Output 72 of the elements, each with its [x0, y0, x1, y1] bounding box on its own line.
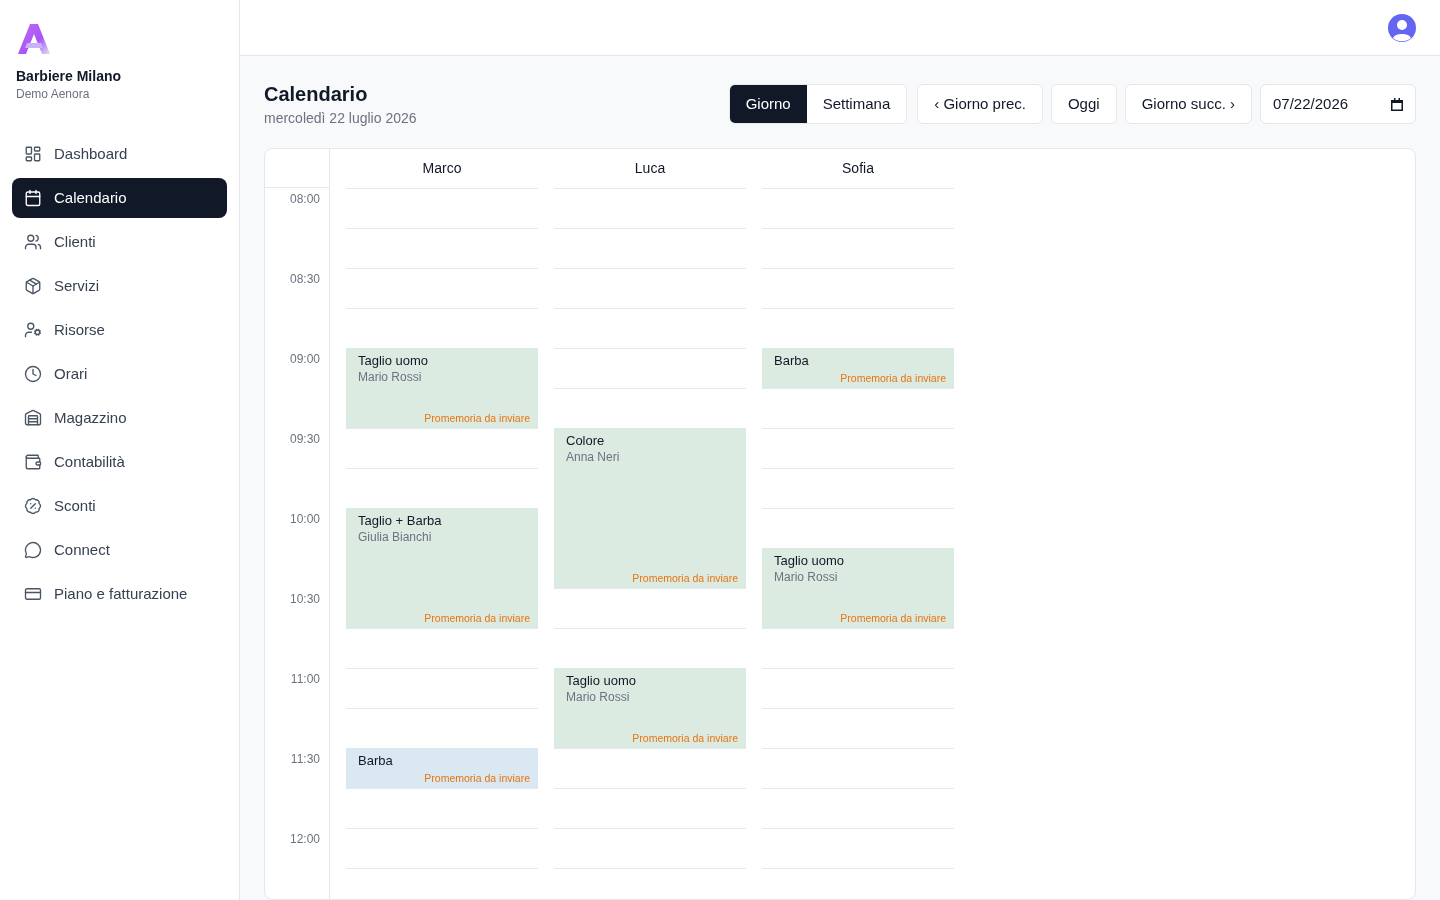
reminder-status: Promemoria da inviare	[424, 611, 530, 625]
brand-name: Barbiere Milano	[16, 67, 122, 86]
percent-badge-icon	[24, 497, 42, 515]
page-title: Calendario	[264, 82, 368, 107]
logo-icon	[18, 24, 50, 54]
nav-button[interactable]: ‹ Giorno prec.	[917, 84, 1043, 124]
sidebar-item[interactable]: Connect	[12, 530, 227, 570]
sidebar-item[interactable]: Dashboard	[12, 134, 227, 174]
credit-card-icon	[24, 585, 42, 603]
time-label: 11:00	[290, 671, 320, 687]
reminder-status: Promemoria da inviare	[424, 411, 530, 425]
sidebar-item[interactable]: Clienti	[12, 222, 227, 262]
wallet-icon	[24, 453, 42, 471]
view-tab[interactable]: Giorno	[729, 85, 807, 123]
appointment-card[interactable]: Barba Promemoria da inviare	[762, 348, 954, 388]
time-label: 10:30	[289, 591, 320, 607]
calendar-icon	[24, 189, 42, 207]
box-icon	[24, 277, 42, 295]
appointment-title: Colore	[566, 433, 605, 449]
time-label: 08:30	[289, 271, 320, 287]
client-name: Mario Rossi	[774, 569, 838, 585]
sidebar-item[interactable]: Magazzino	[12, 398, 227, 438]
appointment-title: Taglio + Barba	[358, 513, 442, 529]
reminder-status: Promemoria da inviare	[424, 771, 530, 785]
clock-icon	[24, 365, 42, 383]
client-name: Giulia Bianchi	[358, 529, 432, 545]
staff-name: Marco	[422, 159, 462, 178]
sidebar-item[interactable]: Sconti	[12, 486, 227, 526]
appointment-title: Barba	[358, 753, 393, 769]
reminder-status: Promemoria da inviare	[632, 731, 738, 745]
dashboard-grid-icon	[24, 145, 42, 163]
time-label: 11:30	[290, 751, 320, 767]
appointment-card[interactable]: Taglio + Barba Giulia Bianchi Promemoria da inviare	[346, 508, 538, 628]
reminder-status: Promemoria da inviare	[840, 371, 946, 385]
brand-subtitle: Demo Aenora	[16, 86, 90, 102]
users-icon	[24, 233, 42, 251]
time-label: 08:00	[289, 191, 320, 207]
user-gear-icon	[24, 321, 42, 339]
page-date: mercoledì 22 luglio 2026	[264, 109, 417, 128]
appointment-card[interactable]: Colore Anna Neri Promemoria da inviare	[554, 428, 746, 588]
time-label: 10:00	[289, 511, 320, 527]
time-label: 09:00	[289, 351, 320, 367]
nav-button[interactable]: Oggi	[1050, 84, 1117, 124]
reminder-status: Promemoria da inviare	[632, 571, 738, 585]
appointment-title: Taglio uomo	[358, 353, 429, 369]
client-name: Anna Neri	[566, 449, 620, 465]
appointment-title: Barba	[774, 353, 809, 369]
staff-name: Sofia	[842, 159, 874, 178]
sidebar-item[interactable]: Orari	[12, 354, 227, 394]
warehouse-icon	[24, 409, 42, 427]
chat-bubble-icon	[24, 541, 42, 559]
appointment-title: Taglio uomo	[774, 553, 845, 569]
time-label: 09:30	[289, 431, 320, 447]
sidebar-item[interactable]: Contabilità	[12, 442, 227, 482]
appointment-card[interactable]: Taglio uomo Mario Rossi Promemoria da inviare	[554, 668, 746, 748]
staff-name: Luca	[634, 159, 666, 178]
avatar-icon[interactable]	[1388, 13, 1416, 42]
reminder-status: Promemoria da inviare	[840, 611, 946, 625]
date-field[interactable]: 07/22/2026	[1260, 84, 1416, 124]
appointment-title: Taglio uomo	[566, 673, 637, 689]
appointment-card[interactable]: Barba Promemoria da inviare	[346, 748, 538, 788]
appointment-card[interactable]: Taglio uomo Mario Rossi Promemoria da inviare	[762, 548, 954, 628]
calendar-icon[interactable]	[1391, 97, 1403, 111]
client-name: Mario Rossi	[566, 689, 630, 705]
appointment-card[interactable]: Taglio uomo Mario Rossi Promemoria da inviare	[346, 348, 538, 428]
time-label: 12:00	[289, 831, 320, 847]
client-name: Mario Rossi	[358, 369, 422, 385]
sidebar-item[interactable]: Servizi	[12, 266, 227, 306]
sidebar-item[interactable]: Risorse	[12, 310, 227, 350]
sidebar-item[interactable]: Calendario	[12, 178, 227, 218]
sidebar-item[interactable]: Piano e fatturazione	[12, 574, 227, 614]
nav-button[interactable]: Giorno succ. ›	[1124, 84, 1252, 124]
